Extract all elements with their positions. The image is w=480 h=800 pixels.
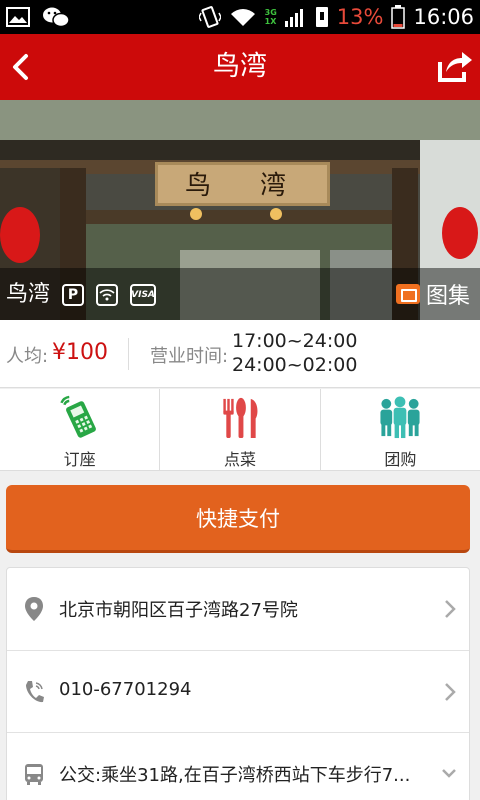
signal-icon: [284, 9, 303, 27]
back-arrow-icon: [13, 54, 28, 80]
group-buy-button[interactable]: 团购: [321, 389, 480, 470]
cutlery-icon: [223, 397, 258, 439]
page-title: 鸟湾: [213, 51, 267, 82]
action-bar: 订座 点菜 团购: [0, 389, 480, 471]
phone-text: 010-67701294: [59, 679, 192, 700]
order-label: 点菜: [223, 450, 256, 469]
phone-row[interactable]: 010-67701294: [7, 650, 469, 732]
visa-card-icon: VISA: [130, 284, 156, 306]
chevron-right-icon: [445, 600, 456, 618]
avg-price-value: ¥100: [52, 340, 108, 365]
bus-icon: [25, 764, 43, 785]
clock: 16:06: [413, 5, 474, 29]
back-button[interactable]: [0, 34, 40, 100]
reserve-label: 订座: [63, 450, 96, 469]
phone-reserve-icon: [59, 395, 96, 438]
image-icon: [6, 7, 30, 27]
wechat-icon: [43, 7, 70, 28]
hours-line-1: 17:00~24:00: [232, 330, 358, 352]
network-type-bottom: 1X: [264, 17, 277, 26]
gallery-label: 图集: [425, 284, 470, 309]
address-row[interactable]: 北京市朝阳区百子湾路27号院: [7, 568, 469, 650]
bus-text: 公交:乘坐31路,在百子湾桥西站下车步行7...: [59, 765, 411, 786]
share-icon: [438, 52, 472, 82]
hours-label: 营业时间:: [150, 346, 229, 367]
status-bar: 3G 1X 13% 16:06: [0, 0, 480, 34]
amenity-icons: P VISA: [62, 284, 156, 306]
restaurant-photo[interactable]: 鸟 湾 鸟湾 P VISA 图集: [0, 100, 480, 320]
location-pin-icon: [25, 597, 43, 621]
wifi-amenity-icon: [96, 284, 118, 306]
chevron-down-icon: [442, 769, 456, 778]
avg-price-label: 人均:: [6, 346, 49, 367]
wifi-icon: [230, 9, 255, 26]
quick-pay-button[interactable]: 快捷支付: [6, 485, 470, 553]
network-type-top: 3G: [264, 8, 277, 17]
order-button[interactable]: 点菜: [160, 389, 321, 470]
group-people-icon: [380, 396, 420, 439]
gallery-button[interactable]: 图集: [395, 278, 470, 310]
reserve-button[interactable]: 订座: [0, 389, 161, 470]
bus-row[interactable]: 公交:乘坐31路,在百子湾桥西站下车步行7...: [7, 732, 469, 800]
battery-icon: [391, 5, 406, 29]
info-row: 人均: ¥100 营业时间: 17:00~24:00 24:00~02:00: [0, 320, 480, 388]
address-text: 北京市朝阳区百子湾路27号院: [59, 600, 298, 621]
hours-line-2: 24:00~02:00: [232, 354, 358, 376]
divider: [128, 338, 129, 370]
group-buy-label: 团购: [384, 450, 417, 469]
header: 鸟湾: [0, 34, 480, 100]
vibrate-icon: [198, 6, 221, 28]
svg-text:湾: 湾: [260, 171, 286, 201]
battery-percent: 13%: [336, 5, 384, 29]
details-card: 北京市朝阳区百子湾路27号院 010-67701294 公交:乘坐31路,在百子…: [6, 567, 470, 800]
sim-icon: [315, 7, 328, 27]
share-button[interactable]: [434, 46, 474, 86]
restaurant-name: 鸟湾: [6, 282, 51, 307]
phone-icon: [26, 681, 44, 703]
chevron-right-icon: [445, 683, 456, 701]
gallery-icon: [395, 284, 420, 304]
network-type: 3G 1X: [265, 8, 277, 26]
svg-text:鸟: 鸟: [185, 171, 211, 201]
parking-icon: P: [62, 284, 84, 306]
